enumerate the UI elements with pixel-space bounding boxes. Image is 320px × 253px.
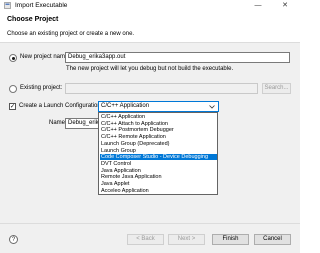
- page-description: Choose an existing project or create a n…: [7, 31, 135, 37]
- app-icon: [4, 2, 11, 9]
- search-button[interactable]: Search...: [262, 83, 291, 94]
- finish-button[interactable]: Finish: [212, 234, 249, 245]
- window-title: Import Executable: [15, 2, 68, 9]
- dropdown-option[interactable]: Remote Java Application: [100, 174, 217, 180]
- dropdown-option[interactable]: Java Applet: [100, 181, 217, 187]
- existing-project-label: Existing project:: [20, 85, 63, 91]
- dropdown-option[interactable]: Acceleo Application: [100, 188, 217, 194]
- launch-type-dropdown-list[interactable]: C/C++ Application C/C++ Attach to Applica…: [98, 112, 218, 195]
- launch-type-value: C/C++ Application: [101, 103, 150, 109]
- launch-type-select[interactable]: C/C++ Application: [98, 101, 219, 112]
- dropdown-option[interactable]: C/C++ Application: [100, 114, 217, 120]
- launch-config-checkbox[interactable]: ✓: [9, 103, 16, 110]
- dropdown-option[interactable]: Code Composer Studio - Device Debugging: [100, 154, 217, 161]
- cancel-button[interactable]: Cancel: [254, 234, 291, 245]
- dropdown-option[interactable]: Launch Group (Deprecated): [100, 141, 217, 147]
- dropdown-option[interactable]: DVT Control: [100, 161, 217, 167]
- wizard-footer: ? < Back Next > Finish Cancel: [0, 223, 300, 253]
- next-button[interactable]: Next >: [168, 234, 205, 245]
- dropdown-option[interactable]: Java Application: [100, 168, 217, 174]
- page-title: Choose Project: [7, 16, 59, 23]
- close-button[interactable]: ✕: [278, 0, 292, 11]
- dropdown-option[interactable]: C/C++ Postmortem Debugger: [100, 127, 217, 133]
- new-project-label: New project name:: [20, 54, 71, 60]
- chevron-down-icon: [209, 105, 215, 109]
- existing-project-radio[interactable]: [9, 85, 17, 93]
- minimize-button[interactable]: —: [252, 0, 264, 11]
- dropdown-option[interactable]: C/C++ Remote Application: [100, 134, 217, 140]
- dropdown-option[interactable]: Launch Group: [100, 148, 217, 154]
- new-project-hint: The new project will let you debug but n…: [66, 66, 234, 72]
- new-project-radio[interactable]: [9, 54, 17, 62]
- launch-name-input[interactable]: Debug_erika: [65, 118, 99, 129]
- help-icon[interactable]: ?: [9, 235, 18, 244]
- launch-config-label: Create a Launch Configuration:: [19, 103, 103, 109]
- existing-project-input[interactable]: [65, 83, 258, 94]
- back-button[interactable]: < Back: [127, 234, 164, 245]
- title-bar: Import Executable — ✕: [0, 0, 300, 11]
- dropdown-option[interactable]: C/C++ Attach to Application: [100, 121, 217, 127]
- wizard-header: Choose Project Choose an existing projec…: [0, 11, 300, 43]
- new-project-name-input[interactable]: Debug_erika3app.out: [65, 52, 290, 63]
